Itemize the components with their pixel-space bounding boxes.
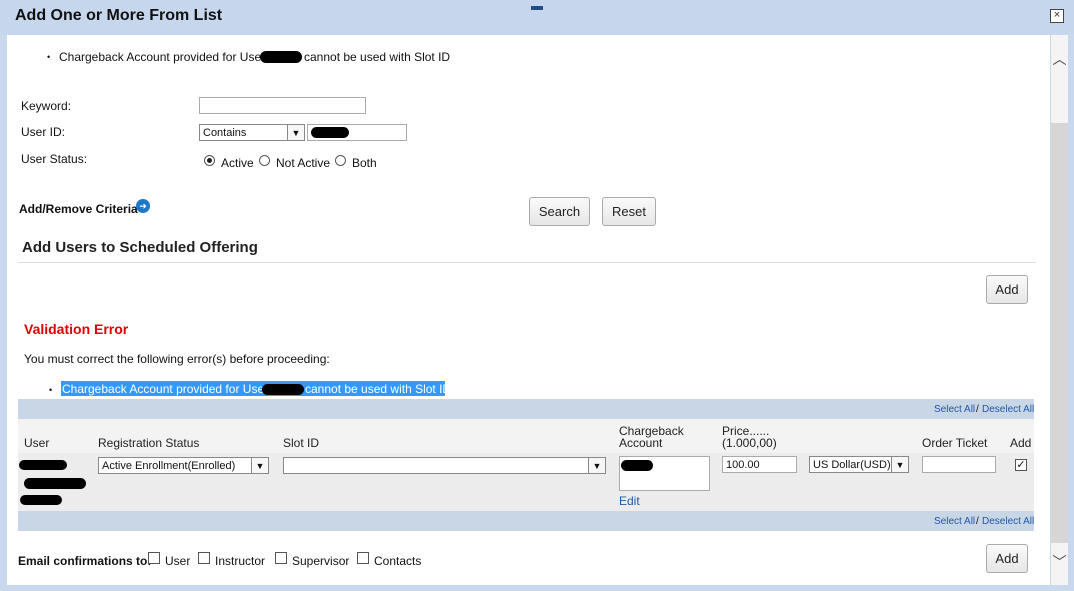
- slot-id-select[interactable]: ▼: [283, 457, 606, 474]
- redacted-user-org: [20, 495, 62, 505]
- header-user: User: [24, 436, 50, 450]
- scrollbar-thumb[interactable]: [1051, 123, 1068, 543]
- currency-value: US Dollar(USD): [813, 459, 891, 471]
- userid-operator-select[interactable]: Contains ▼: [199, 124, 305, 141]
- row-add-checkbox[interactable]: ✓: [1015, 459, 1027, 471]
- status-active-label: Active: [221, 156, 254, 170]
- chevron-down-icon: ▼: [287, 125, 304, 140]
- section-title: Add Users to Scheduled Offering: [22, 239, 258, 256]
- keyword-label: Keyword:: [21, 99, 72, 113]
- email-user-label: User: [165, 554, 191, 568]
- currency-select[interactable]: US Dollar(USD) ▼: [809, 456, 909, 473]
- header-order-ticket: Order Ticket: [922, 436, 988, 450]
- userid-operator-value: Contains: [203, 127, 247, 139]
- header-chargeback-line2: Account: [619, 436, 663, 450]
- email-contacts-checkbox[interactable]: [357, 552, 369, 564]
- email-supervisor-checkbox[interactable]: [275, 552, 287, 564]
- deselect-all-link-bottom[interactable]: Deselect All: [982, 516, 1034, 527]
- chevron-down-icon: ▼: [251, 458, 268, 473]
- validation-error-suffix: cannot be used with Slot ID: [305, 382, 452, 396]
- chargeback-edit-link[interactable]: Edit: [619, 494, 640, 508]
- order-ticket-input[interactable]: [922, 456, 996, 473]
- status-both-label: Both: [352, 156, 377, 170]
- validation-error-prefix: Chargeback Account provided for User: [62, 382, 269, 396]
- search-button[interactable]: Search: [529, 197, 590, 226]
- validation-error-subtitle: You must correct the following error(s) …: [24, 352, 330, 366]
- email-supervisor-label: Supervisor: [292, 554, 350, 568]
- email-instructor-checkbox[interactable]: [198, 552, 210, 564]
- redacted-user-id: [24, 478, 86, 489]
- window-titlebar: Add One or More From List ×: [0, 0, 1074, 34]
- status-not-active-radio[interactable]: [259, 155, 270, 166]
- reset-button[interactable]: Reset: [602, 197, 656, 226]
- chevron-down-icon: ▼: [891, 457, 908, 472]
- email-user-checkbox[interactable]: [148, 552, 160, 564]
- bullet: •: [49, 385, 53, 395]
- registration-status-value: Active Enrollment(Enrolled): [102, 460, 236, 472]
- header-price-line2: (1.000,00): [722, 436, 777, 450]
- table-toolbar-top: [18, 399, 1034, 419]
- select-all-link-top[interactable]: Select All: [934, 404, 975, 415]
- close-icon[interactable]: ×: [1050, 9, 1064, 23]
- validation-error-title: Validation Error: [24, 321, 129, 337]
- table-toolbar-bottom: [18, 511, 1034, 531]
- header-slot-id: Slot ID: [283, 436, 320, 450]
- redacted-chargeback: [621, 460, 653, 471]
- separator: /: [976, 404, 979, 415]
- chevron-down-icon[interactable]: ﹀: [1051, 552, 1068, 572]
- keyword-input[interactable]: [199, 97, 366, 114]
- select-all-link-bottom[interactable]: Select All: [934, 516, 975, 527]
- userid-label: User ID:: [21, 125, 66, 139]
- redacted-user-name: [19, 460, 67, 470]
- add-button-bottom[interactable]: Add: [986, 544, 1028, 573]
- email-instructor-label: Instructor: [215, 554, 266, 568]
- status-both-radio[interactable]: [335, 155, 346, 166]
- bullet: •: [47, 52, 51, 62]
- separator: /: [976, 516, 979, 527]
- dialog-content: • Chargeback Account provided for User c…: [7, 35, 1050, 585]
- add-remove-criteria-link[interactable]: Add/Remove Criteria: [19, 202, 138, 216]
- window-title: Add One or More From List: [15, 7, 223, 24]
- header-registration-status: Registration Status: [98, 436, 200, 450]
- top-message-prefix: Chargeback Account provided for User: [59, 50, 266, 64]
- status-active-radio[interactable]: [204, 155, 215, 166]
- top-message-suffix: cannot be used with Slot ID: [304, 50, 451, 64]
- redacted-userid: [311, 127, 349, 138]
- arrow-circle-right-icon[interactable]: ➔: [136, 199, 150, 213]
- header-add: Add: [1010, 436, 1032, 450]
- price-input[interactable]: 100.00: [722, 456, 797, 473]
- redacted-user: [260, 51, 302, 63]
- user-status-label: User Status:: [21, 152, 88, 166]
- chevron-down-icon: ▼: [588, 458, 605, 473]
- section-divider: [18, 262, 1036, 263]
- redacted-user: [262, 384, 304, 395]
- deselect-all-link-top[interactable]: Deselect All: [982, 404, 1034, 415]
- minimize-handle-icon[interactable]: [531, 6, 543, 10]
- status-not-active-label: Not Active: [276, 156, 331, 170]
- email-contacts-label: Contacts: [374, 554, 422, 568]
- registration-status-select[interactable]: Active Enrollment(Enrolled) ▼: [98, 457, 269, 474]
- email-confirmations-label: Email confirmations to:: [18, 554, 152, 568]
- add-button-top[interactable]: Add: [986, 275, 1028, 304]
- chevron-up-icon[interactable]: ︿: [1051, 49, 1068, 69]
